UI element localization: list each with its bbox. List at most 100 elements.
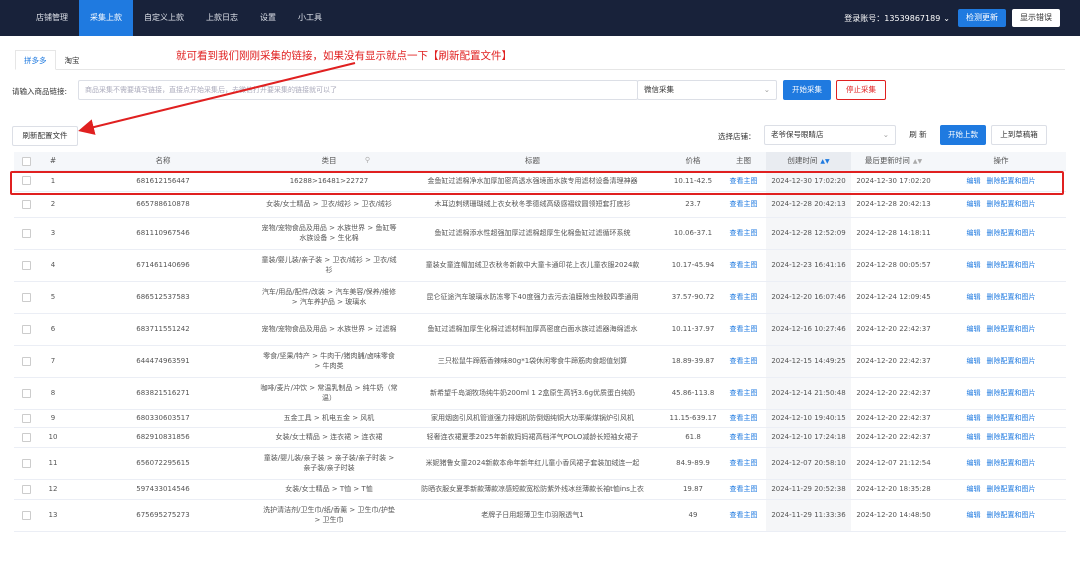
edit-link[interactable]: 编辑 — [967, 485, 981, 493]
row-checkbox-cell[interactable] — [14, 345, 38, 378]
table-row[interactable]: 3 681110967546 宠物/宠物食品及用品 > 水族世界 > 鱼缸等水族设备… — [14, 217, 1066, 250]
header-created-time[interactable]: 创建时间 ▲▼ — [766, 152, 851, 171]
start-collect-button[interactable]: 开始采集 — [783, 80, 831, 100]
check-update-button[interactable]: 检测更新 — [958, 9, 1006, 27]
row-checkbox-cell[interactable] — [14, 249, 38, 282]
delete-config-link[interactable]: 删除配置和图片 — [987, 229, 1036, 237]
delete-config-link[interactable]: 删除配置和图片 — [987, 261, 1036, 269]
store-select[interactable]: 老爷保号眼睛店 ⌄ — [764, 125, 896, 145]
checkbox[interactable] — [21, 324, 31, 334]
nav-item-custom-upload[interactable]: 自定义上款 — [133, 0, 195, 36]
delete-config-link[interactable]: 删除配置和图片 — [987, 293, 1036, 301]
edit-link[interactable]: 编辑 — [967, 200, 981, 208]
row-checkbox-cell[interactable] — [14, 447, 38, 480]
checkbox[interactable] — [21, 458, 31, 468]
sort-icon[interactable]: ▲▼ — [913, 158, 922, 165]
view-image-link[interactable]: 查看主图 — [730, 389, 758, 397]
edit-link[interactable]: 编辑 — [967, 389, 981, 397]
edit-link[interactable]: 编辑 — [967, 325, 981, 333]
view-image-link[interactable]: 查看主图 — [730, 177, 758, 185]
table-row[interactable]: 8 683821516271 咖啡/麦片/冲饮 > 常温乳制品 > 纯牛奶（常温）新… — [14, 377, 1066, 410]
table-row[interactable]: 5 686512537583 汽车/用品/配件/改装 > 汽车美容/保养/维修 > … — [14, 281, 1066, 314]
delete-config-link[interactable]: 删除配置和图片 — [987, 414, 1036, 422]
header-select-all[interactable] — [14, 152, 38, 171]
edit-link[interactable]: 编辑 — [967, 177, 981, 185]
edit-link[interactable]: 编辑 — [967, 261, 981, 269]
search-icon[interactable]: ⚲ — [365, 156, 370, 164]
view-image-link[interactable]: 查看主图 — [730, 325, 758, 333]
sort-icon[interactable]: ▲▼ — [820, 158, 829, 165]
view-image-link[interactable]: 查看主图 — [730, 414, 758, 422]
links-input[interactable]: 商品采集不需要填写链接，直接点开始采集后，去微信打开要采集的链接就可以了 — [78, 80, 638, 100]
delete-config-link[interactable]: 删除配置和图片 — [987, 433, 1036, 441]
edit-link[interactable]: 编辑 — [967, 293, 981, 301]
upload-draft-button[interactable]: 上到草稿箱 — [991, 125, 1047, 145]
checkbox[interactable] — [21, 199, 31, 209]
delete-config-link[interactable]: 删除配置和图片 — [987, 485, 1036, 493]
row-checkbox-cell[interactable] — [14, 313, 38, 346]
start-upload-button[interactable]: 开始上款 — [940, 125, 986, 145]
delete-config-link[interactable]: 删除配置和图片 — [987, 325, 1036, 333]
stop-collect-button[interactable]: 停止采集 — [836, 80, 886, 100]
view-image-link[interactable]: 查看主图 — [730, 293, 758, 301]
checkbox[interactable] — [21, 292, 31, 302]
view-image-link[interactable]: 查看主图 — [730, 229, 758, 237]
nav-item-settings[interactable]: 设置 — [249, 0, 287, 36]
row-checkbox-cell[interactable] — [14, 281, 38, 314]
tab-pinduoduo[interactable]: 拼多多 — [15, 50, 56, 70]
table-row[interactable]: 11 656072295615 童装/婴儿装/亲子装 > 亲子装/亲子时装 > 亲子… — [14, 447, 1066, 480]
row-checkbox-cell[interactable] — [14, 377, 38, 410]
refresh-store-button[interactable]: 刷 新 — [903, 125, 933, 145]
table-row[interactable]: 10 682910831856 女装/女士精品 > 连衣裙 > 连衣裙 轻奢连衣裙夏季… — [14, 427, 1066, 448]
row-checkbox-cell[interactable] — [14, 170, 38, 192]
row-checkbox-cell[interactable] — [14, 427, 38, 448]
table-row[interactable]: 12 597433014546 女装/女士精品 > T恤 > T恤 防晒衣服女夏季新款… — [14, 479, 1066, 500]
row-checkbox-cell[interactable] — [14, 409, 38, 428]
refresh-config-button[interactable]: 刷新配置文件 — [12, 126, 78, 146]
delete-config-link[interactable]: 删除配置和图片 — [987, 200, 1036, 208]
edit-link[interactable]: 编辑 — [967, 433, 981, 441]
checkbox[interactable] — [21, 388, 31, 398]
edit-link[interactable]: 编辑 — [967, 511, 981, 519]
nav-item-store-management[interactable]: 店铺管理 — [25, 0, 79, 36]
delete-config-link[interactable]: 删除配置和图片 — [987, 177, 1036, 185]
nav-item-collect-upload[interactable]: 采集上款 — [79, 0, 133, 36]
checkbox[interactable] — [21, 176, 31, 185]
edit-link[interactable]: 编辑 — [967, 229, 981, 237]
checkbox[interactable] — [21, 510, 31, 520]
checkbox[interactable] — [21, 156, 31, 166]
header-updated-time[interactable]: 最后更新时间 ▲▼ — [851, 152, 936, 171]
tab-taobao[interactable]: 淘宝 — [56, 50, 89, 70]
edit-link[interactable]: 编辑 — [967, 414, 981, 422]
checkbox[interactable] — [21, 228, 31, 238]
view-image-link[interactable]: 查看主图 — [730, 261, 758, 269]
row-checkbox-cell[interactable] — [14, 217, 38, 250]
view-image-link[interactable]: 查看主图 — [730, 357, 758, 365]
nav-item-upload-log[interactable]: 上款日志 — [195, 0, 249, 36]
view-image-link[interactable]: 查看主图 — [730, 485, 758, 493]
table-row[interactable]: 6 683711551242 宠物/宠物食品及用品 > 水族世界 > 过滤棉 鱼缸过滤… — [14, 313, 1066, 346]
checkbox[interactable] — [21, 413, 31, 423]
view-image-link[interactable]: 查看主图 — [730, 511, 758, 519]
show-log-button[interactable]: 显示错误 — [1012, 9, 1060, 27]
nav-item-tools[interactable]: 小工具 — [287, 0, 333, 36]
account-menu[interactable]: 登录账号：13539867189 ⌄ — [844, 13, 950, 24]
row-checkbox-cell[interactable] — [14, 499, 38, 532]
row-checkbox-cell[interactable] — [14, 191, 38, 218]
table-row[interactable]: 1 681612156447 16288>16481>22727 金鱼缸过滤棉净水加厚… — [14, 170, 1066, 192]
view-image-link[interactable]: 查看主图 — [730, 200, 758, 208]
table-row[interactable]: 9 680330603517 五金工具 > 机电五金 > 风机 家用烟囱引风机管道强力… — [14, 409, 1066, 428]
checkbox[interactable] — [21, 432, 31, 442]
table-row[interactable]: 13 675695275273 洗护清洁剂/卫生巾/纸/香薰 > 卫生巾/护垫 > … — [14, 499, 1066, 532]
delete-config-link[interactable]: 删除配置和图片 — [987, 389, 1036, 397]
table-row[interactable]: 2 665788610878 女装/女士精品 > 卫衣/绒衫 > 卫衣/绒衫 木耳边刺… — [14, 191, 1066, 218]
checkbox[interactable] — [21, 484, 31, 494]
delete-config-link[interactable]: 删除配置和图片 — [987, 459, 1036, 467]
edit-link[interactable]: 编辑 — [967, 357, 981, 365]
edit-link[interactable]: 编辑 — [967, 459, 981, 467]
delete-config-link[interactable]: 删除配置和图片 — [987, 357, 1036, 365]
table-row[interactable]: 4 671461140696 童装/婴儿装/亲子装 > 卫衣/绒衫 > 卫衣/绒衫童… — [14, 249, 1066, 282]
delete-config-link[interactable]: 删除配置和图片 — [987, 511, 1036, 519]
row-checkbox-cell[interactable] — [14, 479, 38, 500]
view-image-link[interactable]: 查看主图 — [730, 459, 758, 467]
